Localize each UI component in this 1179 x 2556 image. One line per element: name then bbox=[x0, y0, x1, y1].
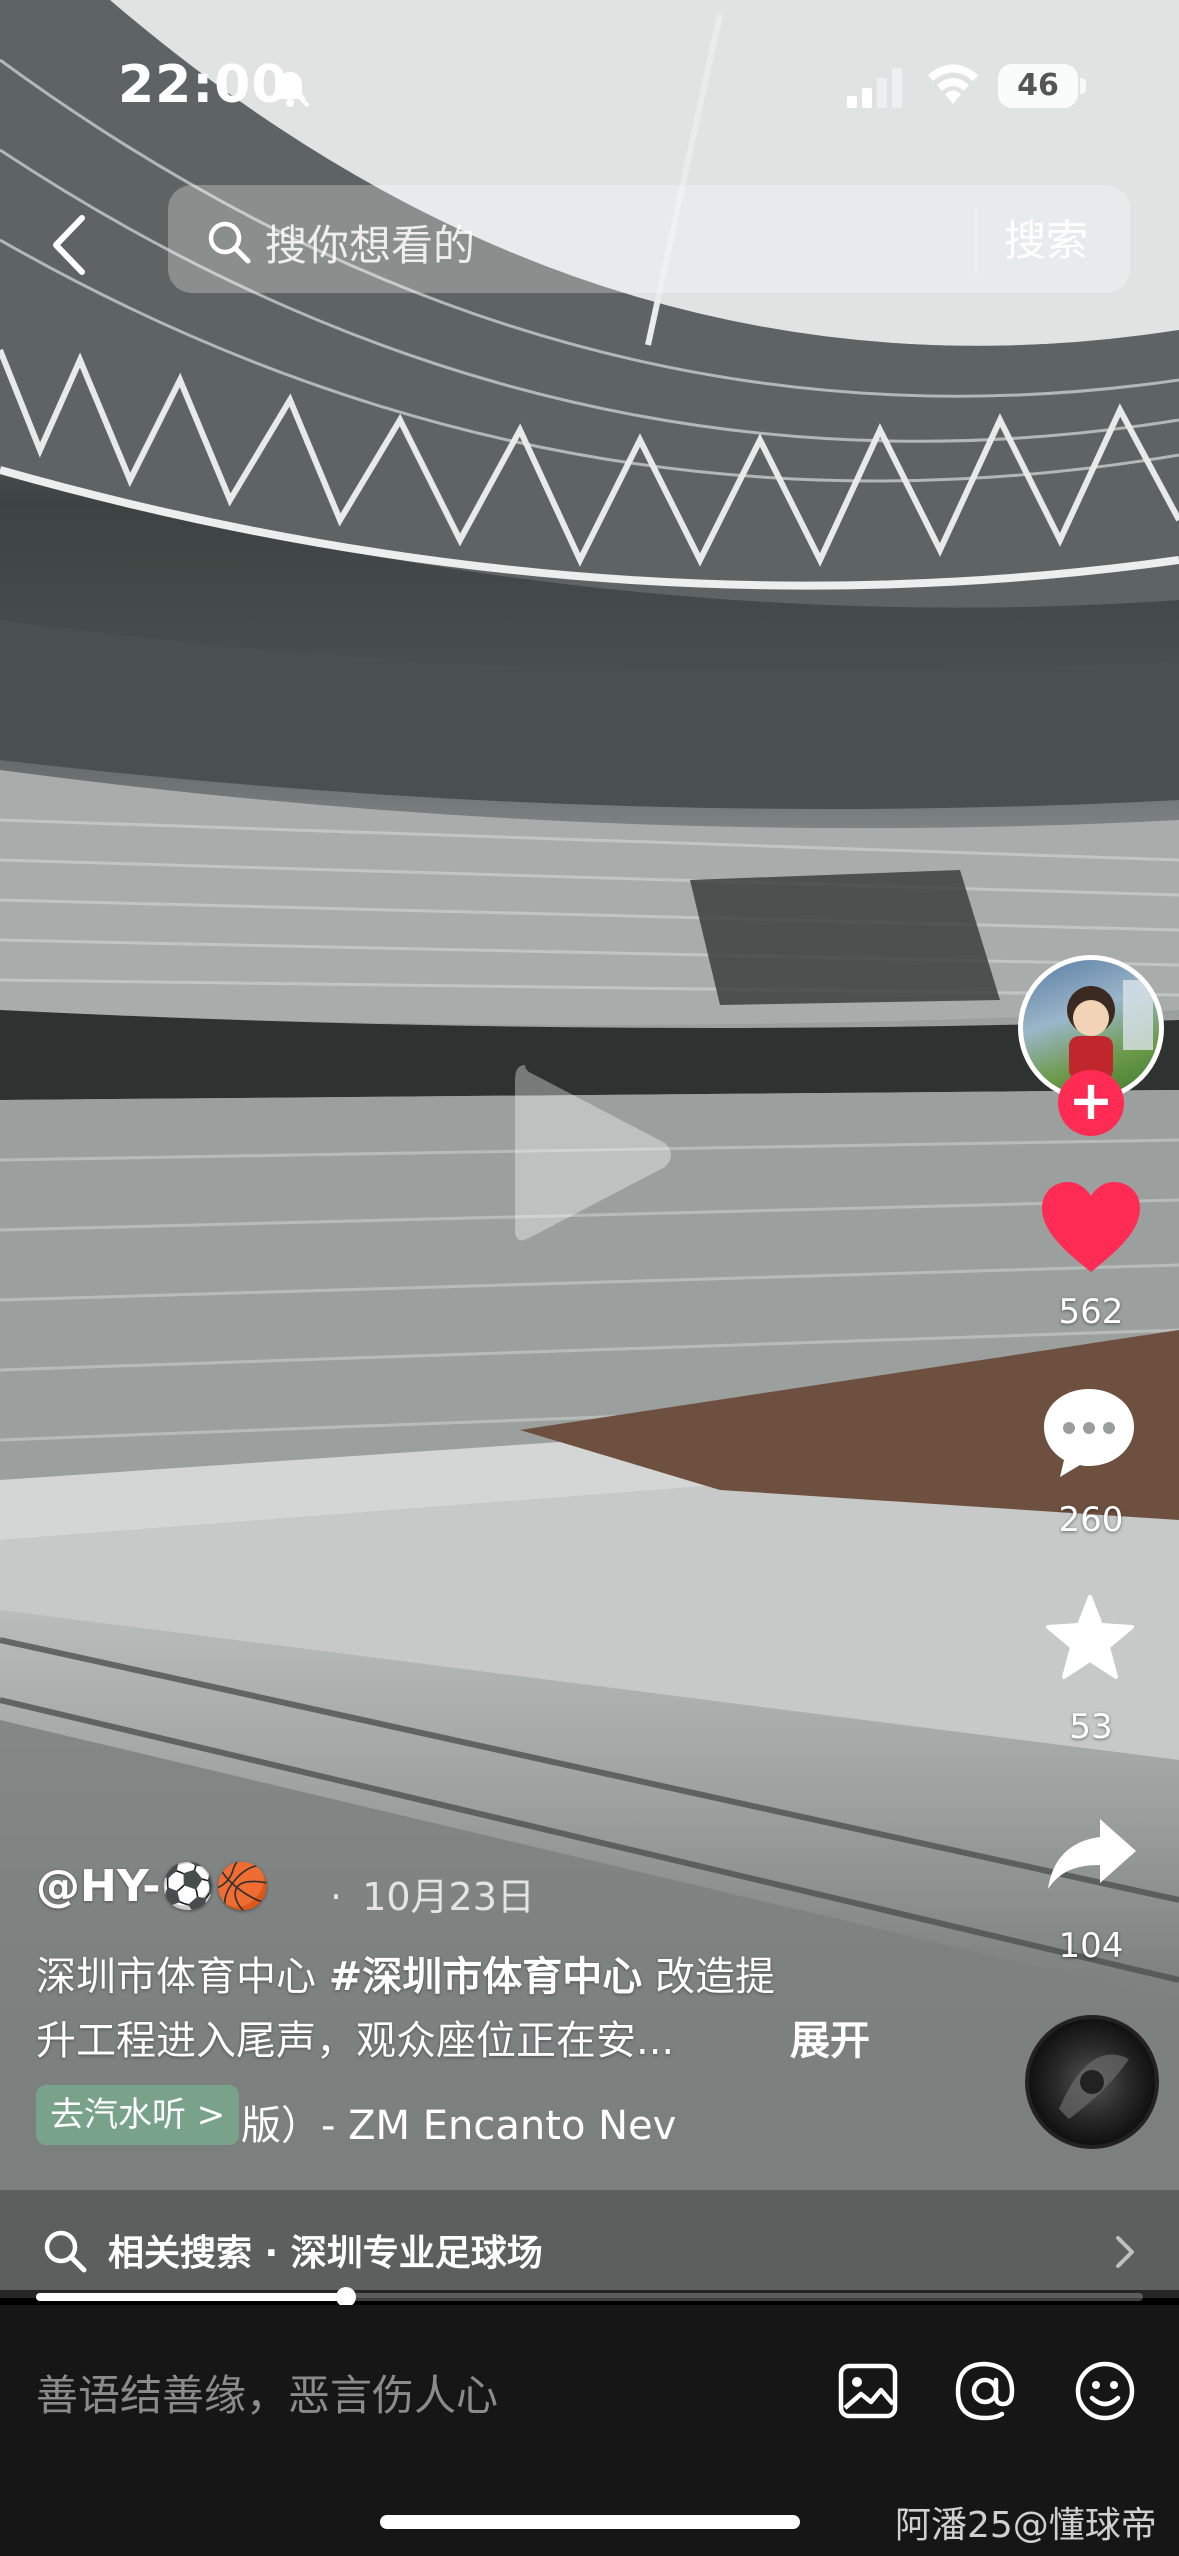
search-button[interactable]: 搜索 bbox=[975, 208, 1115, 274]
caption-text: 深圳市体育中心 bbox=[36, 1954, 329, 2000]
hashtag-link[interactable]: #深圳市体育中心 bbox=[329, 1954, 643, 2000]
like-count: 562 bbox=[1058, 1292, 1124, 1332]
heart-icon[interactable] bbox=[1040, 1180, 1142, 1276]
status-time: 22:00 bbox=[118, 55, 289, 115]
search-placeholder: 搜你想看的 bbox=[265, 221, 476, 270]
watermark-text: 阿潘25@懂球帝 bbox=[895, 2505, 1157, 2546]
progress-knob[interactable] bbox=[335, 2287, 356, 2307]
expand-button[interactable]: 展开 bbox=[790, 2008, 870, 2066]
image-icon[interactable] bbox=[835, 2358, 901, 2424]
share-count: 104 bbox=[1058, 1926, 1124, 1966]
plus-icon: + bbox=[1068, 1069, 1114, 1132]
music-row[interactable]: 版）- ZM Encanto Nev 去汽水听 > bbox=[36, 2085, 736, 2147]
bell-off-icon bbox=[272, 68, 310, 108]
related-search-label: 相关搜索 · 深圳专业足球场 bbox=[108, 2233, 543, 2274]
listen-in-soda-chip[interactable]: 去汽水听 > bbox=[36, 2085, 240, 2145]
post-date: · 10月23日 bbox=[330, 1866, 535, 1921]
progress-fill bbox=[36, 2293, 346, 2301]
comment-icon[interactable] bbox=[1040, 1385, 1138, 1481]
at-icon[interactable] bbox=[952, 2358, 1018, 2424]
caption-text-cont: 改造提 bbox=[642, 1954, 775, 2000]
music-disc-icon[interactable] bbox=[1025, 2015, 1159, 2149]
play-icon[interactable] bbox=[505, 1055, 675, 1255]
comment-count: 260 bbox=[1058, 1500, 1124, 1540]
music-title: 版）- ZM Encanto Nev bbox=[241, 2103, 677, 2147]
wifi-icon bbox=[928, 64, 978, 104]
date-separator: · bbox=[330, 1875, 343, 1919]
video-progress-bar[interactable] bbox=[36, 2287, 1143, 2307]
star-icon[interactable] bbox=[1044, 1593, 1136, 1681]
music-disc-cover bbox=[1059, 2054, 1129, 2119]
favorite-count: 53 bbox=[1069, 1707, 1113, 1747]
home-indicator[interactable] bbox=[380, 2515, 800, 2529]
signal-icon bbox=[847, 68, 902, 108]
date-text: 10月23日 bbox=[362, 1875, 535, 1919]
emoji-icon[interactable] bbox=[1072, 2358, 1138, 2424]
caption-line-1: 深圳市体育中心 #深圳市体育中心 改造提 bbox=[36, 1945, 936, 2009]
battery-indicator: 46 bbox=[998, 64, 1078, 108]
chevron-right-icon bbox=[1116, 2236, 1134, 2268]
comment-input[interactable]: 善语结善缘，恶言伤人心 bbox=[36, 2362, 498, 2423]
author-name[interactable]: @HY-⚽🏀 bbox=[36, 1860, 270, 1912]
share-icon[interactable] bbox=[1044, 1815, 1140, 1891]
search-icon bbox=[208, 221, 251, 264]
battery-tip bbox=[1080, 78, 1086, 94]
status-bar: 22:00 46 bbox=[0, 0, 1179, 160]
follow-button[interactable]: + bbox=[1058, 1070, 1124, 1136]
related-search-icon bbox=[44, 2230, 87, 2273]
back-icon[interactable] bbox=[42, 210, 98, 280]
